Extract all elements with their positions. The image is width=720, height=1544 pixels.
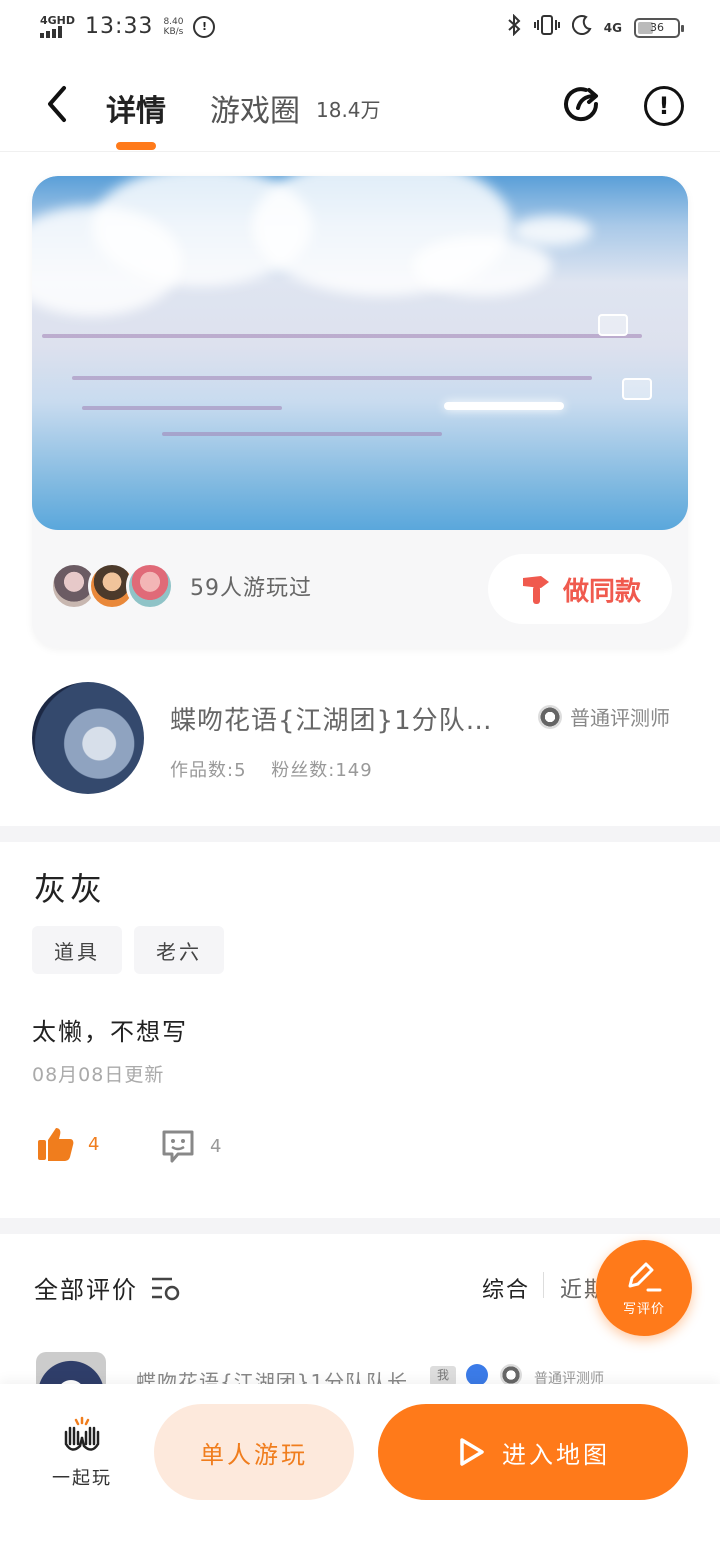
like-count: 4 xyxy=(88,1133,100,1155)
tag-item[interactable]: 老六 xyxy=(134,926,224,974)
tag-item[interactable]: 道具 xyxy=(32,926,122,974)
mobile-data-icon: 4G xyxy=(603,20,622,35)
map-preview-image[interactable] xyxy=(32,176,688,530)
filter-icon[interactable] xyxy=(150,1275,182,1301)
reviewer-name: 蝶吻花语{江湖团}1分队队长 xyxy=(136,1370,409,1386)
section-divider xyxy=(0,1218,720,1234)
status-right: 4G 36 xyxy=(506,13,684,41)
update-date: 08月08日更新 xyxy=(32,1064,165,1086)
network-speed: 8.40 KB/s xyxy=(163,17,183,37)
play-together-label: 一起玩 xyxy=(52,1468,112,1489)
active-tab-indicator xyxy=(116,142,156,150)
status-time: 13:33 xyxy=(85,14,154,39)
comment-icon xyxy=(162,1130,194,1163)
author-stats: 作品数:5 粉丝数:149 xyxy=(170,756,391,782)
comment-button[interactable]: 4 xyxy=(160,1128,221,1164)
back-button[interactable] xyxy=(40,84,76,124)
review-item[interactable]: 蝶吻花语{江湖团}1分队队长 我 普通评测师 xyxy=(36,1352,720,1386)
me-badge: 我 xyxy=(430,1366,456,1386)
share-icon xyxy=(564,87,599,122)
speed-value: 8.40 xyxy=(163,16,184,27)
tag-list: 道具 老六 xyxy=(32,926,224,974)
like-button[interactable]: 4 xyxy=(36,1126,99,1162)
tab-game-circle[interactable]: 游戏圈 xyxy=(210,86,300,130)
map-description: 太懒，不想写 xyxy=(32,1018,188,1046)
players-row: 59人游玩过 xyxy=(50,562,312,610)
speed-unit: KB/s xyxy=(163,26,184,37)
section-divider xyxy=(0,826,720,842)
battery-icon: 36 xyxy=(634,17,684,38)
play-icon xyxy=(460,1438,484,1466)
fans-count: 粉丝数:149 xyxy=(271,760,373,781)
map-title: 灰灰 xyxy=(34,870,107,908)
exclamation-icon: ! xyxy=(658,92,670,120)
sort-separator xyxy=(543,1272,544,1298)
sort-option-overall[interactable]: 综合 xyxy=(482,1272,530,1304)
enter-map-label: 进入地图 xyxy=(502,1440,610,1469)
make-same-label: 做同款 xyxy=(562,576,641,607)
status-bar: 4GHD 13:33 8.40 KB/s ! 4G 36 xyxy=(0,0,720,56)
game-circle-count: 18.4万 xyxy=(316,98,381,122)
author-name[interactable]: 蝶吻花语{江湖团}1分队… xyxy=(170,700,500,737)
moon-icon xyxy=(571,15,592,40)
play-together-button[interactable]: 一起玩 xyxy=(46,1414,118,1490)
played-count-text: 59人游玩过 xyxy=(190,576,312,601)
cell-signal-icon: 4GHD xyxy=(40,15,75,38)
battery-percent: 36 xyxy=(650,21,664,34)
bottom-action-bar: 一起玩 单人游玩 进入地图 xyxy=(0,1384,720,1544)
tab-detail[interactable]: 详情 xyxy=(106,86,166,130)
hammer-icon xyxy=(522,576,549,604)
reviewer-badge-text: 普通评测师 xyxy=(570,706,670,730)
bluetooth-icon xyxy=(506,13,522,41)
high-five-icon xyxy=(64,1416,100,1451)
reviewer-badge-icon xyxy=(500,1364,522,1386)
write-review-label: 写评价 xyxy=(622,1301,665,1317)
enter-map-button[interactable]: 进入地图 xyxy=(378,1404,688,1500)
reviewer-badge-icon xyxy=(538,704,562,729)
solo-play-button[interactable]: 单人游玩 xyxy=(154,1404,354,1500)
write-review-button[interactable]: 写评价 xyxy=(596,1240,692,1336)
notification-icon: ! xyxy=(193,15,216,38)
back-arrow-icon xyxy=(48,86,66,122)
works-count: 作品数:5 xyxy=(170,760,247,781)
author-avatar[interactable] xyxy=(32,682,144,794)
make-same-button[interactable]: 做同款 xyxy=(488,554,672,624)
player-avatar xyxy=(126,562,174,610)
map-preview-card: 59人游玩过 做同款 xyxy=(32,176,688,648)
reviews-title: 全部评价 xyxy=(34,1276,138,1304)
thumbs-up-icon xyxy=(38,1128,74,1161)
reviewer-avatar xyxy=(36,1352,106,1386)
reviews-header: 全部评价 xyxy=(34,1270,182,1305)
verified-icon xyxy=(466,1364,488,1386)
report-button[interactable]: ! xyxy=(644,86,684,126)
status-left: 4GHD 13:33 8.40 KB/s ! xyxy=(40,14,216,39)
vibrate-icon xyxy=(533,14,560,41)
network-type: 4GHD xyxy=(40,14,76,27)
share-button[interactable] xyxy=(562,84,604,126)
top-nav: 详情 游戏圈 18.4万 ! xyxy=(0,56,720,152)
comment-count: 4 xyxy=(210,1135,222,1157)
pencil-icon xyxy=(628,1262,662,1291)
author-badge: 普通评测师 xyxy=(538,702,670,731)
